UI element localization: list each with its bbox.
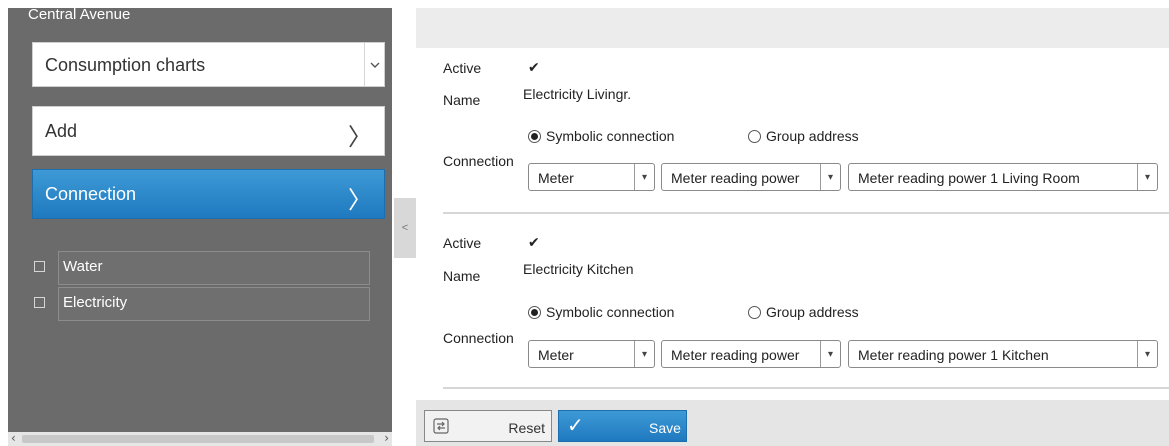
connection-button-label: Connection <box>45 184 137 204</box>
name-input[interactable]: Electricity Kitchen <box>523 261 633 277</box>
connection-button[interactable]: Connection 〉 <box>32 169 385 219</box>
select-value: Meter reading power <box>671 347 800 363</box>
symbolic-connection-label: Symbolic connection <box>546 128 675 144</box>
view-dropdown[interactable]: Consumption charts <box>32 42 385 87</box>
checkmark-icon: ✓ <box>567 413 584 437</box>
scrollbar-thumb[interactable] <box>22 435 374 443</box>
scroll-left-icon[interactable]: ‹ <box>11 431 16 445</box>
chevron-down-icon[interactable]: ▾ <box>1137 164 1157 190</box>
chevron-down-icon[interactable]: ▾ <box>634 341 654 367</box>
group-address-label: Group address <box>766 304 859 320</box>
group-address-radio[interactable]: Group address <box>748 304 859 320</box>
tree-item-label: Water <box>63 258 103 275</box>
active-label: Active <box>443 60 482 76</box>
meter-object-select[interactable]: Meter reading power 1 Living Room ▾ <box>848 163 1158 191</box>
entry-separator <box>443 212 1169 214</box>
meter-object-select[interactable]: Meter reading power 1 Kitchen ▾ <box>848 340 1158 368</box>
meter-type-select[interactable]: Meter ▾ <box>528 340 655 368</box>
group-address-label: Group address <box>766 128 859 144</box>
connection-label: Connection <box>443 153 514 169</box>
view-dropdown-value: Consumption charts <box>45 55 206 75</box>
meter-type-select[interactable]: Meter ▾ <box>528 163 655 191</box>
select-value: Meter reading power <box>671 170 800 186</box>
chevron-down-icon[interactable]: ▾ <box>1137 341 1157 367</box>
collapse-sidebar-handle[interactable]: < <box>394 198 416 258</box>
scroll-right-icon[interactable]: › <box>384 431 389 445</box>
group-address-radio[interactable]: Group address <box>748 128 859 144</box>
name-label: Name <box>443 92 481 108</box>
add-button-label: Add <box>45 121 78 141</box>
save-button[interactable]: ✓ Save <box>558 410 687 442</box>
active-checkbox[interactable]: ✔ <box>528 234 540 251</box>
select-value: Meter <box>538 347 574 363</box>
symbolic-connection-radio[interactable]: Symbolic connection <box>528 128 674 144</box>
reset-button-label: Reset <box>508 420 545 436</box>
select-value: Meter reading power 1 Kitchen <box>858 347 1049 363</box>
chevron-down-icon[interactable] <box>364 43 384 86</box>
radio-unselected-icon <box>748 130 761 143</box>
tree-item-water[interactable]: Water <box>32 251 378 285</box>
main-topbar <box>416 8 1169 48</box>
name-input[interactable]: Electricity Livingr. <box>523 86 631 102</box>
chevron-right-icon: 〉 <box>348 186 372 214</box>
tree-item-box[interactable]: Electricity <box>58 287 370 321</box>
tree-item-checkbox[interactable] <box>34 261 45 272</box>
chevron-down-icon[interactable]: ▾ <box>634 164 654 190</box>
chevron-right-icon: 〉 <box>348 123 372 151</box>
sidebar: Central Avenue Consumption charts Add 〉 … <box>0 0 392 446</box>
reset-button[interactable]: Reset <box>424 410 552 442</box>
save-button-label: Save <box>649 420 681 436</box>
tree-item-electricity[interactable]: Electricity <box>32 287 378 321</box>
connection-label: Connection <box>443 330 514 346</box>
radio-selected-icon <box>528 130 541 143</box>
select-value: Meter reading power 1 Living Room <box>858 170 1080 186</box>
radio-selected-icon <box>528 306 541 319</box>
meter-reading-select[interactable]: Meter reading power ▾ <box>661 340 841 368</box>
radio-unselected-icon <box>748 306 761 319</box>
add-button[interactable]: Add 〉 <box>32 106 385 156</box>
entry-separator <box>443 387 1169 389</box>
active-label: Active <box>443 235 482 251</box>
chevron-down-icon[interactable]: ▾ <box>820 341 840 367</box>
symbolic-connection-radio[interactable]: Symbolic connection <box>528 304 674 320</box>
active-checkbox[interactable]: ✔ <box>528 59 540 76</box>
tree-item-checkbox[interactable] <box>34 297 45 308</box>
horizontal-scrollbar[interactable]: ‹ › <box>8 431 392 446</box>
tree-item-box[interactable]: Water <box>58 251 370 285</box>
meter-reading-select[interactable]: Meter reading power ▾ <box>661 163 841 191</box>
symbolic-connection-label: Symbolic connection <box>546 304 675 320</box>
sidebar-title: Central Avenue <box>28 6 131 23</box>
select-value: Meter <box>538 170 574 186</box>
reset-icon <box>431 416 451 436</box>
tree-item-label: Electricity <box>63 294 128 311</box>
name-label: Name <box>443 268 481 284</box>
chevron-down-icon[interactable]: ▾ <box>820 164 840 190</box>
